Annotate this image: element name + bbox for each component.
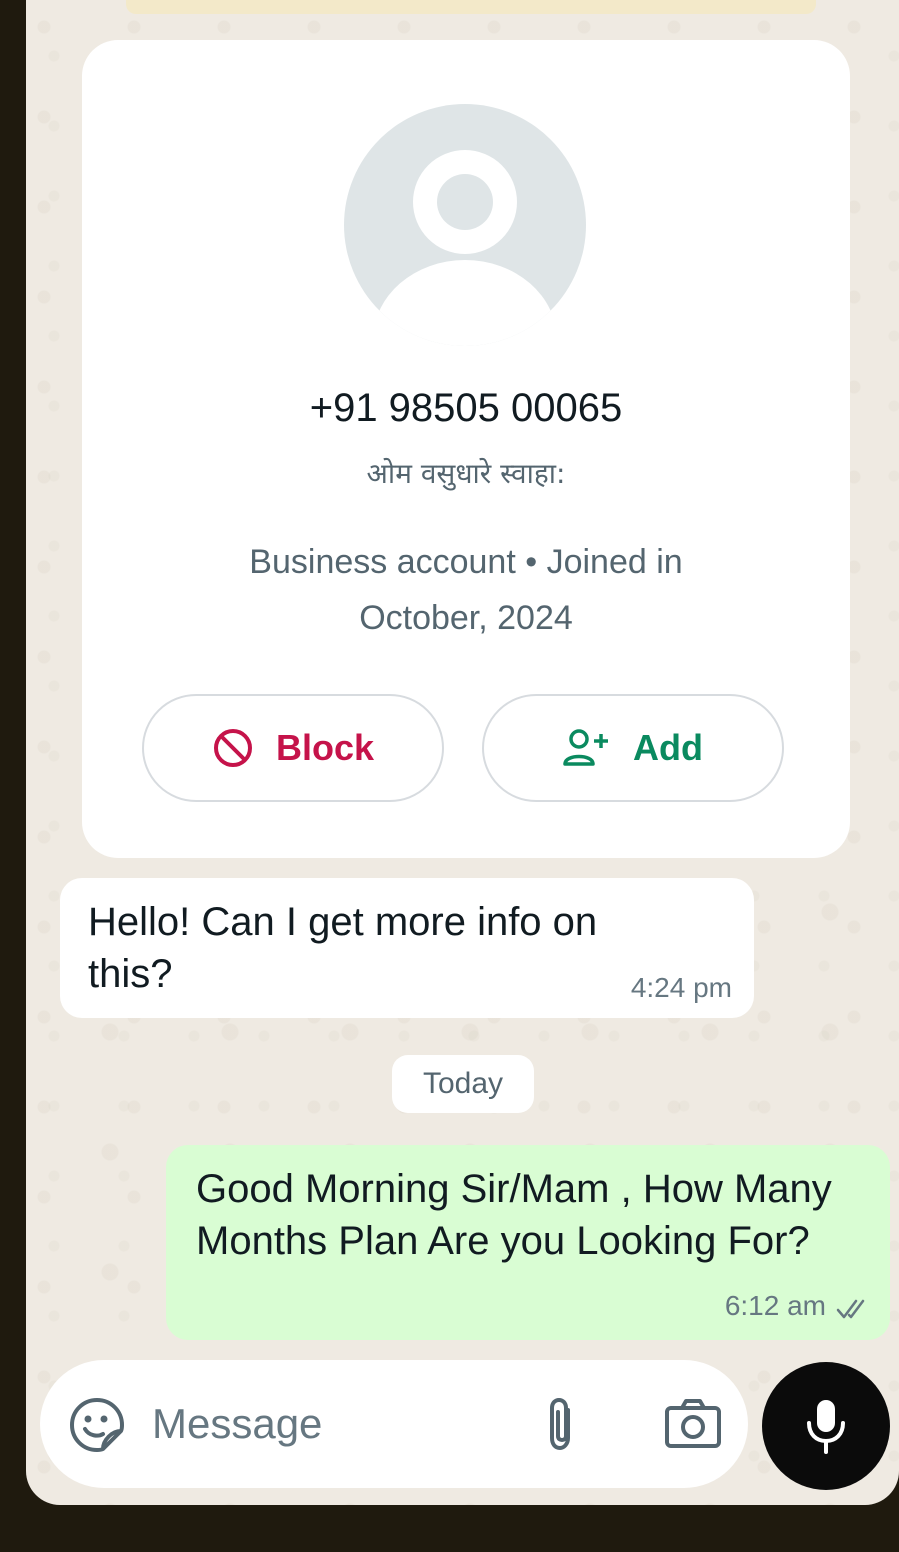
add-contact-icon: [563, 729, 608, 766]
message-bubble-incoming[interactable]: Hello! Can I get more info on this? 4:24…: [60, 878, 754, 1018]
message-time: 4:24 pm: [630, 972, 732, 1003]
microphone-icon: [807, 1400, 845, 1454]
contact-info-card: +91 98505 00065 ओम वसुधारे स्वाहा: Busin…: [82, 40, 850, 858]
block-button-label: Block: [275, 727, 375, 768]
message-time: 6:12 am: [724, 1290, 826, 1321]
camera-icon[interactable]: [664, 1398, 722, 1450]
chat-screen: +91 98505 00065 ओम वसुधारे स्वाहा: Busin…: [26, 0, 899, 1505]
encryption-notice-strip: [126, 0, 816, 14]
microphone-button[interactable]: [762, 1362, 890, 1490]
block-icon: [213, 729, 252, 767]
contact-meta: Business account • Joined in October, 20…: [192, 534, 740, 646]
avatar-icon: [344, 104, 586, 346]
sticker-icon[interactable]: [68, 1396, 126, 1454]
contact-phone-number: +91 98505 00065: [309, 386, 623, 430]
paperclip-icon[interactable]: [538, 1394, 586, 1454]
add-contact-label: Add: [633, 727, 703, 768]
message-text: Hello! Can I get more info on this?: [88, 900, 598, 996]
message-input[interactable]: [150, 1390, 530, 1458]
contact-about: ओम वसुधारे स्वाहा:: [366, 457, 566, 490]
message-composer: [40, 1360, 748, 1488]
message-text: Good Morning Sir/Mam , How Many Months P…: [196, 1167, 832, 1263]
date-divider: Today: [392, 1055, 534, 1113]
contact-meta-line2: October, 2024: [359, 599, 573, 637]
double-check-icon: [836, 1299, 865, 1319]
block-button[interactable]: Block: [142, 694, 444, 802]
add-contact-button[interactable]: Add: [482, 694, 784, 802]
contact-meta-line1: Business account • Joined in: [249, 543, 683, 581]
message-bubble-outgoing[interactable]: Good Morning Sir/Mam , How Many Months P…: [166, 1145, 890, 1340]
